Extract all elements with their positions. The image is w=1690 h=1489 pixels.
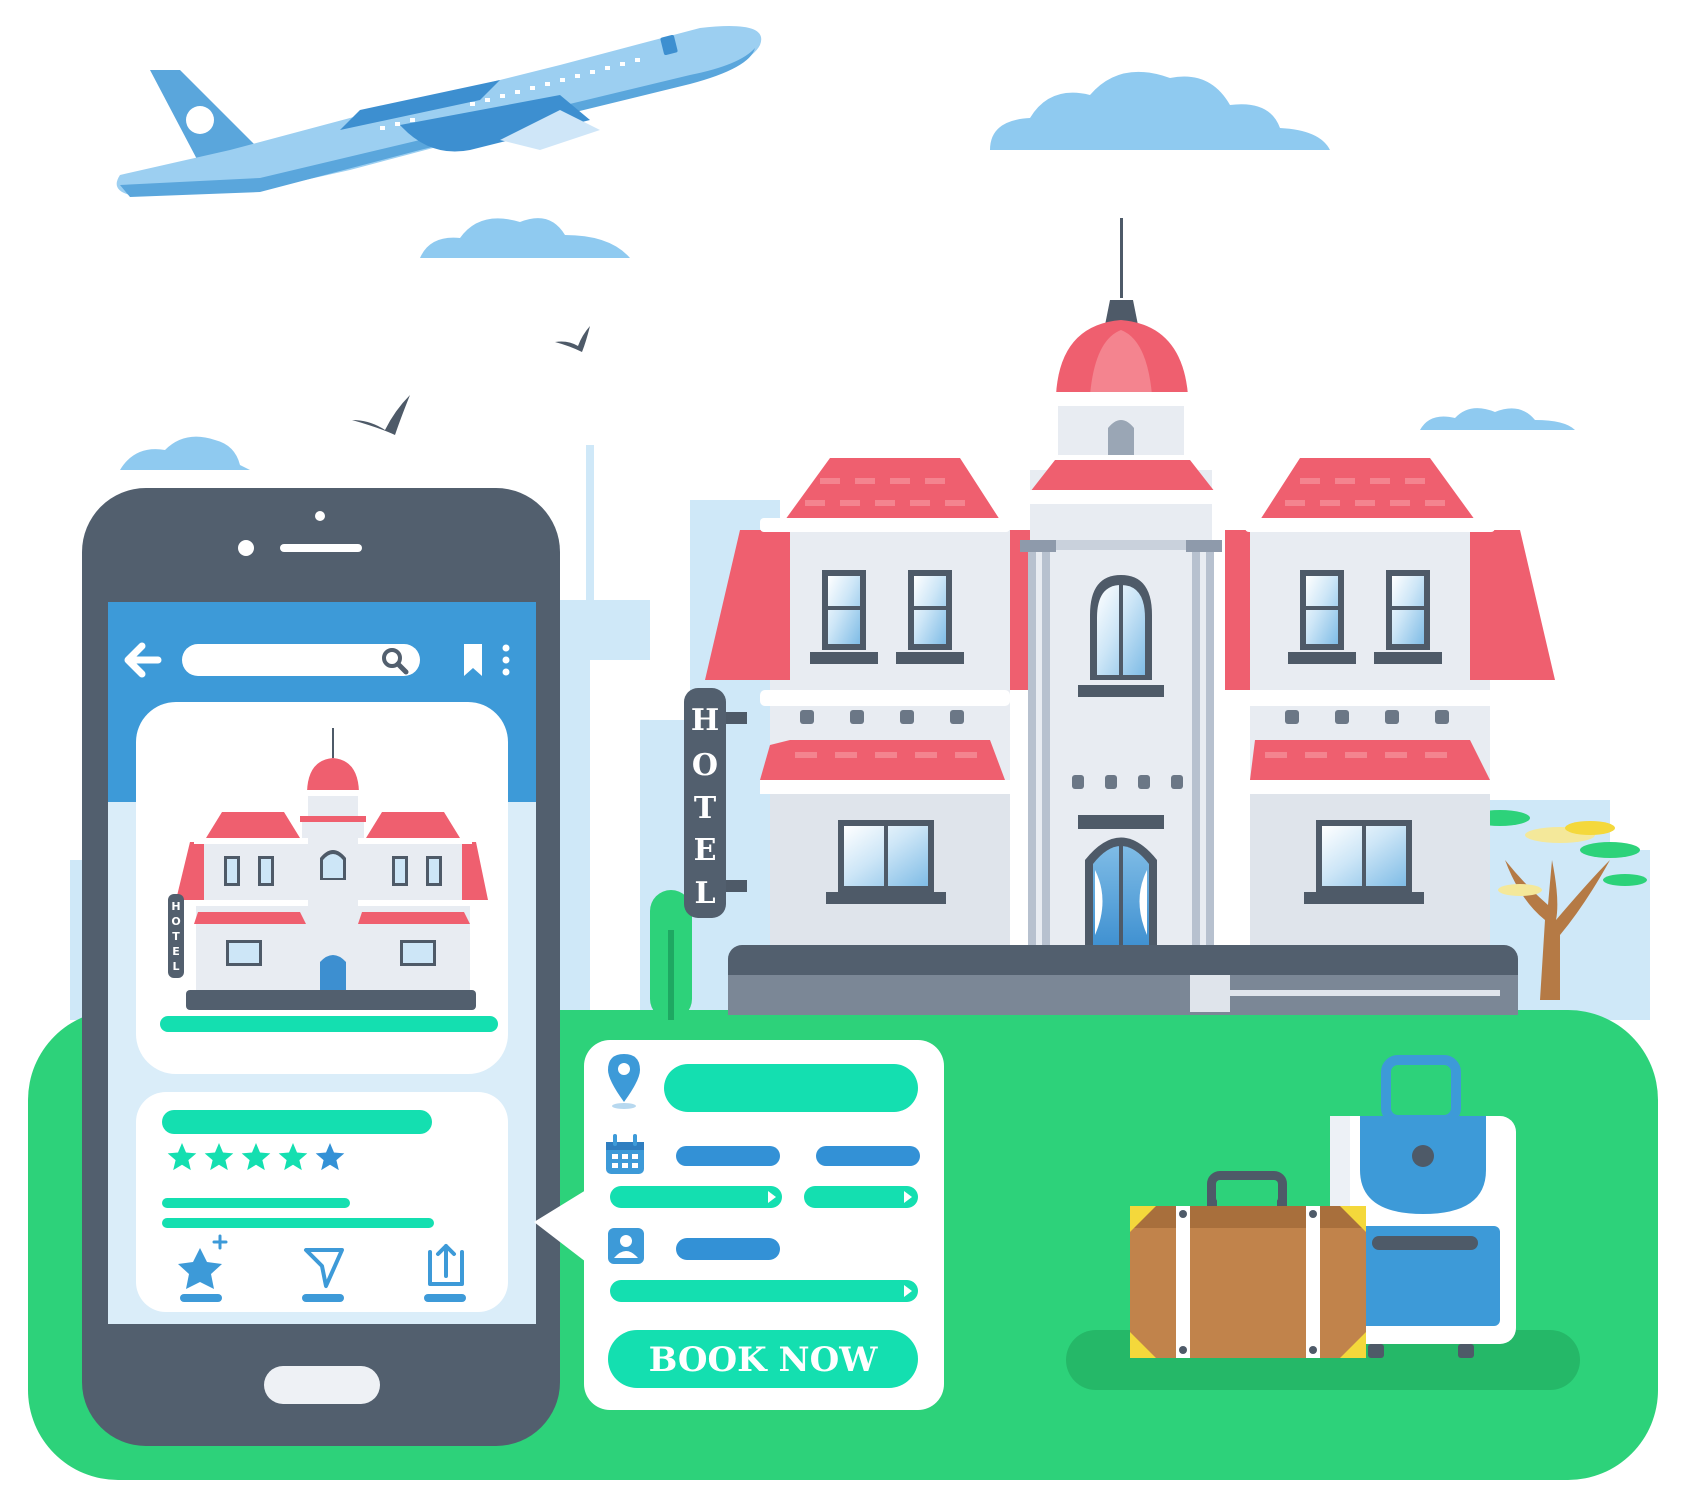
bird-icon	[555, 326, 590, 352]
sign-letter: E	[694, 833, 717, 868]
hotel-booking-illustration: H O T E L H O T E L BOOK NOW	[0, 0, 1690, 1489]
phone-sign-letter: E	[172, 945, 180, 958]
cloud-icon	[990, 71, 1330, 150]
phone-sign-letter: T	[172, 930, 180, 943]
sign-letter: H	[691, 703, 719, 738]
phone-speaker	[280, 544, 362, 552]
more-vertical-icon[interactable]	[502, 644, 510, 676]
guest-dropdown[interactable]	[610, 1280, 918, 1302]
phone-camera	[315, 511, 325, 521]
sign-letter: L	[694, 876, 715, 911]
phone-sign-letter: H	[171, 900, 180, 913]
book-now-button[interactable]: BOOK NOW	[608, 1330, 918, 1388]
check-out-dropdown[interactable]	[804, 1186, 918, 1208]
sign-letter: O	[692, 748, 718, 783]
check-out-label	[816, 1146, 920, 1166]
check-in-label	[676, 1146, 780, 1166]
window	[826, 820, 946, 904]
cloud-icon	[120, 436, 250, 470]
airplane-icon	[116, 26, 762, 197]
booking-panel: BOOK NOW	[534, 1040, 944, 1410]
check-in-dropdown[interactable]	[610, 1186, 782, 1208]
phone-sign-letter: L	[172, 960, 179, 973]
phone-sign-letter: O	[171, 915, 180, 928]
user-badge-icon	[608, 1228, 644, 1264]
listing-title-bar	[162, 1110, 432, 1134]
cloud-icon	[420, 218, 630, 258]
window	[1304, 820, 1424, 904]
book-now-label: BOOK NOW	[649, 1340, 879, 1380]
sign-letter: T	[694, 791, 717, 826]
sky	[116, 26, 1575, 470]
hotel-building	[705, 218, 1555, 1015]
phone-sensor	[238, 540, 254, 556]
listing-text-bar	[162, 1218, 434, 1228]
location-field[interactable]	[664, 1064, 918, 1112]
guest-label	[676, 1238, 780, 1260]
cloud-icon	[1420, 408, 1575, 430]
listing-text-bar	[162, 1198, 350, 1208]
bird-icon	[352, 395, 410, 435]
home-button[interactable]	[264, 1366, 380, 1404]
smartphone: H O T E L	[82, 488, 560, 1446]
